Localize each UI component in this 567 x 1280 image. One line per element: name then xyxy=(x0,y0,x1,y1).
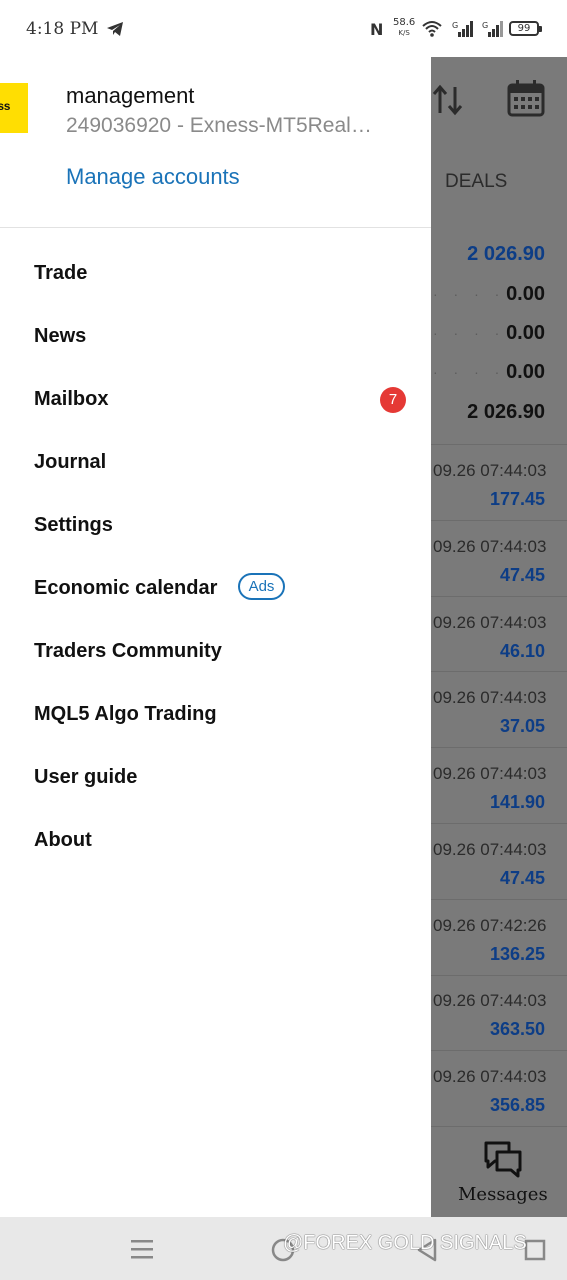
menu-item-news[interactable]: News xyxy=(34,325,86,348)
mailbox-unread-badge: 7 xyxy=(380,387,406,413)
manage-accounts-link[interactable]: Manage accounts xyxy=(66,164,240,190)
svg-text:G: G xyxy=(452,21,458,30)
dot-leader: · · · · xyxy=(433,364,506,380)
deal-date: 09.26 07:44:03 xyxy=(433,688,547,707)
deal-date: 09.26 07:44:03 xyxy=(433,1067,547,1086)
sort-icon[interactable] xyxy=(431,83,465,117)
deal-value: 363.50 xyxy=(489,1019,545,1039)
menu-item-user-guide[interactable]: User guide xyxy=(34,766,137,789)
menu-item-settings[interactable]: Settings xyxy=(34,514,113,537)
row-divider xyxy=(431,1126,567,1127)
signal-icon: G xyxy=(482,21,503,37)
network-speed: 58.6 K/S xyxy=(393,18,415,38)
menu-item-mql5-algo-trading[interactable]: MQL5 Algo Trading xyxy=(34,703,217,726)
menu-item-traders-community[interactable]: Traders Community xyxy=(34,640,222,663)
summary-value: 2 026.90 xyxy=(467,243,545,265)
messages-label[interactable]: Messages xyxy=(458,1184,548,1205)
dot-leader: · · · · xyxy=(433,325,506,341)
deal-date: 09.26 07:44:03 xyxy=(433,764,547,783)
divider xyxy=(0,227,431,228)
deal-value: 46.10 xyxy=(499,641,545,661)
row-divider xyxy=(431,975,567,976)
summary-value: 2 026.90 xyxy=(467,401,545,423)
account-name[interactable]: management xyxy=(66,83,194,109)
telegram-icon xyxy=(107,22,123,36)
row-divider xyxy=(431,899,567,900)
broker-logo: ness xyxy=(0,83,28,133)
deal-value: 141.90 xyxy=(489,792,545,812)
calendar-icon[interactable] xyxy=(507,79,545,117)
row-divider xyxy=(431,520,567,521)
menu-item-about[interactable]: About xyxy=(34,829,92,852)
deal-value: 356.85 xyxy=(489,1095,545,1115)
navigation-drawer: ness management 249036920 - Exness-MT5Re… xyxy=(0,57,431,1217)
messages-icon[interactable] xyxy=(483,1140,523,1180)
deal-value: 37.05 xyxy=(499,716,545,736)
menu-item-mailbox[interactable]: Mailbox xyxy=(34,388,108,411)
tab-deals[interactable]: DEALS xyxy=(445,171,507,193)
menu-item-journal[interactable]: Journal xyxy=(34,451,106,474)
battery-icon: 99 xyxy=(509,21,542,36)
signal-icon: G xyxy=(452,21,473,37)
row-divider xyxy=(431,1050,567,1051)
wifi-icon xyxy=(422,21,442,37)
deal-date: 09.26 07:44:03 xyxy=(433,537,547,556)
dot-leader: · · · · xyxy=(433,286,506,302)
summary-value: 0.00 xyxy=(506,322,545,344)
nfc-icon: N xyxy=(370,20,384,39)
deal-date: 09.26 07:44:03 xyxy=(433,991,547,1010)
row-divider xyxy=(431,747,567,748)
status-bar: 4:18 PM N 58.6 K/S G G 99 xyxy=(0,0,567,58)
row-divider xyxy=(431,444,567,445)
deal-value: 177.45 xyxy=(489,489,545,509)
menu-icon[interactable] xyxy=(129,1237,155,1261)
ads-tag: Ads xyxy=(238,573,285,600)
deal-date: 09.26 07:42:26 xyxy=(433,916,547,935)
row-divider xyxy=(431,596,567,597)
summary-value: 0.00 xyxy=(506,283,545,305)
summary-value: 0.00 xyxy=(506,361,545,383)
row-divider xyxy=(431,671,567,672)
network-speed-value: 58.6 xyxy=(393,17,416,28)
watermark: @FOREX GOLD SIGNALS xyxy=(283,1232,527,1254)
deal-value: 47.45 xyxy=(499,565,545,585)
deal-value: 47.45 xyxy=(499,868,545,888)
status-time: 4:18 PM xyxy=(26,19,99,39)
deal-date: 09.26 07:44:03 xyxy=(433,840,547,859)
network-speed-unit: K/S xyxy=(398,29,410,37)
system-nav-bar: @FOREX GOLD SIGNALS xyxy=(0,1217,567,1280)
menu-item-trade[interactable]: Trade xyxy=(34,262,87,285)
deal-value: 136.25 xyxy=(489,944,545,964)
menu-item-economic-calendar[interactable]: Economic calendar xyxy=(34,577,217,600)
svg-text:G: G xyxy=(482,21,488,30)
account-server[interactable]: 249036920 - Exness-MT5Real… xyxy=(66,114,372,138)
row-divider xyxy=(431,823,567,824)
deal-date: 09.26 07:44:03 xyxy=(433,613,547,632)
background-app[interactable]: DEALS 2 026.90 · · · · 0.00 · · · · 0.00… xyxy=(431,57,567,1217)
broker-logo-text: ness xyxy=(0,99,11,113)
battery-level: 99 xyxy=(517,23,531,34)
deal-date: 09.26 07:44:03 xyxy=(433,461,547,480)
